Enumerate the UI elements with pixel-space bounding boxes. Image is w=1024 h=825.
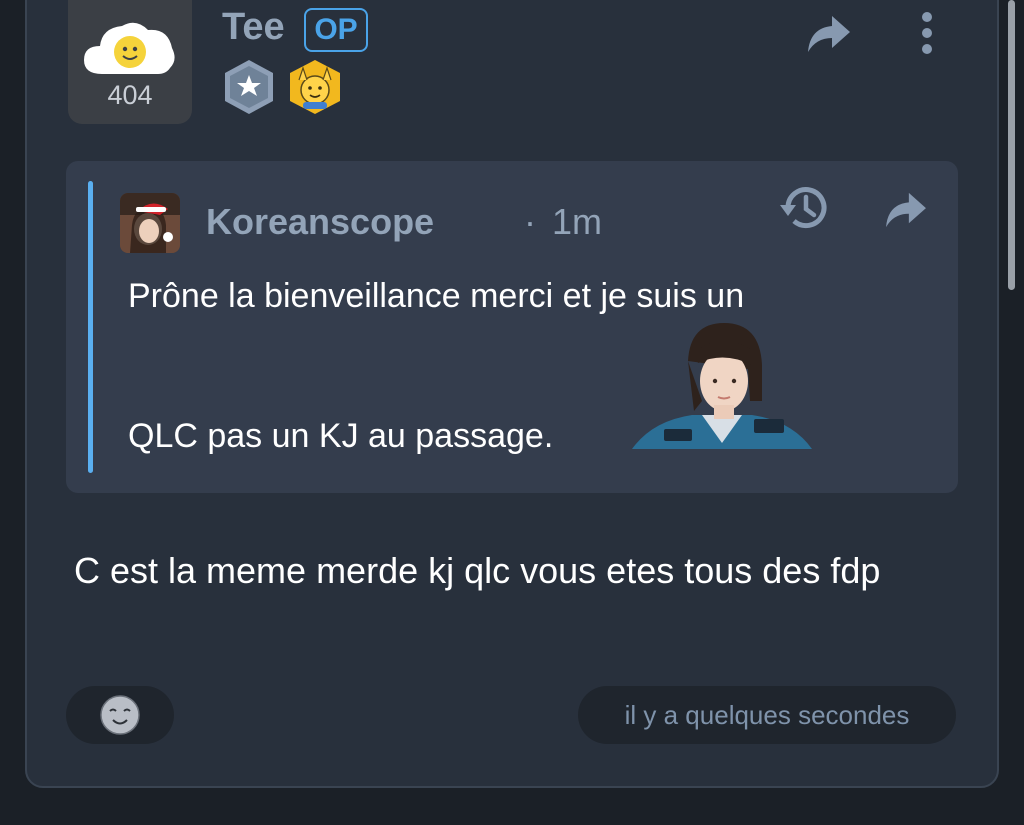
quote-author-avatar[interactable] — [120, 193, 180, 253]
smiley-face-icon — [100, 695, 140, 735]
hands-up-emoji-badge — [290, 60, 340, 114]
police-officer-sticker — [632, 323, 812, 449]
share-icon[interactable] — [806, 14, 852, 54]
history-icon[interactable] — [778, 185, 830, 231]
quoted-message[interactable]: Koreanscope · 1m Prône la bienveillance … — [66, 161, 958, 493]
smiling-cloud-icon — [84, 22, 175, 74]
quote-accent-bar — [88, 181, 93, 473]
quote-text-line: QLC pas un KJ au passage. — [128, 417, 554, 455]
quote-author-name[interactable]: Koreanscope — [206, 201, 434, 243]
op-badge: OP — [304, 8, 368, 52]
timestamp-pill: il y a quelques secondes — [578, 686, 956, 744]
quote-time: 1m — [552, 201, 603, 242]
more-vertical-icon[interactable] — [918, 12, 936, 54]
share-icon[interactable] — [884, 191, 928, 229]
author-name[interactable]: Tee — [222, 6, 285, 49]
quote-separator: · — [524, 201, 536, 242]
avatar-count: 404 — [107, 80, 153, 110]
scrollbar[interactable] — [1008, 0, 1015, 290]
star-hexagon-badge — [225, 60, 273, 114]
quote-text-line: Prône la bienveillance merci et je suis … — [128, 277, 745, 315]
reaction-button[interactable] — [66, 686, 174, 744]
message-text: C est la meme merde kj qlc vous etes tou… — [74, 550, 881, 591]
author-avatar[interactable]: 404 — [68, 0, 192, 124]
